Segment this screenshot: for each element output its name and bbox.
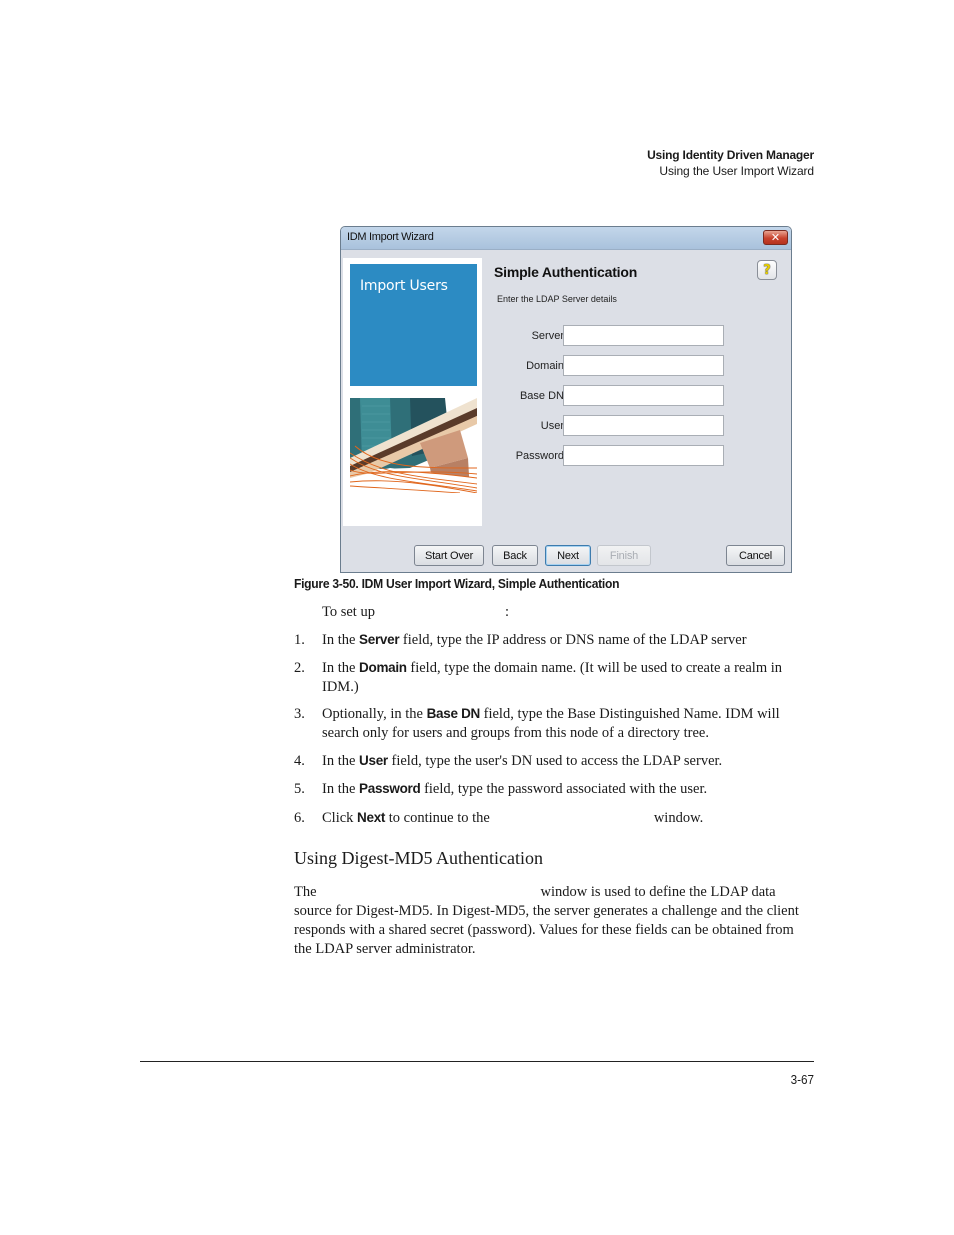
import-wizard-window: IDM Import Wizard ✕ Import Users Simple … bbox=[340, 226, 792, 573]
step-text: field, type the password associated with… bbox=[420, 781, 708, 797]
step-text: field, type the user's DN used to access… bbox=[387, 753, 723, 769]
step-text: In the bbox=[322, 660, 360, 676]
domain-label: Domain bbox=[526, 360, 564, 372]
password-label: Password bbox=[515, 450, 564, 462]
step-field-name: Server bbox=[359, 632, 400, 647]
paragraph-text: window is used to define the LDAP data s… bbox=[294, 884, 799, 957]
intro-colon: : bbox=[504, 604, 509, 620]
user-input[interactable] bbox=[563, 415, 724, 436]
step-field-name: Base DN bbox=[426, 706, 481, 721]
step-number: 1. bbox=[294, 632, 305, 648]
password-row: Password bbox=[481, 445, 726, 467]
window-title: IDM Import Wizard bbox=[347, 231, 434, 243]
building-photo-image bbox=[350, 398, 477, 493]
step-text: In the bbox=[322, 753, 360, 769]
back-button[interactable]: Back bbox=[492, 545, 538, 566]
page-subtitle: Enter the LDAP Server details bbox=[497, 294, 617, 304]
password-input[interactable] bbox=[563, 445, 724, 466]
running-head: Using Identity Driven Manager Using the … bbox=[647, 147, 814, 179]
step-number: 6. bbox=[294, 810, 305, 826]
step-text: field, type the IP address or DNS name o… bbox=[399, 632, 747, 648]
step-item: 4. In the User field, type the user's DN… bbox=[294, 752, 814, 771]
start-over-button[interactable]: Start Over bbox=[414, 545, 484, 566]
help-button[interactable]: ? bbox=[757, 260, 777, 280]
step-item: 3. Optionally, in the Base DN field, typ… bbox=[294, 705, 814, 742]
step-field-name: Next bbox=[357, 810, 386, 825]
step-number: 2. bbox=[294, 660, 305, 676]
base-dn-label: Base DN bbox=[519, 390, 564, 402]
cancel-button[interactable]: Cancel bbox=[726, 545, 785, 566]
server-label: Server bbox=[531, 330, 564, 342]
step-text: Optionally, in the bbox=[322, 706, 427, 722]
base-dn-input[interactable] bbox=[563, 385, 724, 406]
domain-row: Domain bbox=[481, 355, 726, 377]
base-dn-row: Base DN bbox=[481, 385, 726, 407]
section-heading: Using Digest-MD5 Authentication bbox=[294, 848, 543, 868]
step-field-name: Password bbox=[359, 781, 421, 796]
finish-button: Finish bbox=[597, 545, 651, 566]
page-number: 3-67 bbox=[790, 1072, 814, 1087]
step-item: 2. In the Domain field, type the domain … bbox=[294, 659, 814, 696]
wizard-side-panel: Import Users bbox=[343, 258, 482, 526]
help-icon: ? bbox=[763, 262, 771, 278]
page-heading: Simple Authentication bbox=[494, 264, 638, 280]
user-label: User bbox=[540, 420, 564, 432]
step-text: In the bbox=[322, 632, 360, 648]
footer-rule bbox=[140, 1061, 814, 1062]
step-text: window. bbox=[653, 810, 704, 826]
domain-input[interactable] bbox=[563, 355, 724, 376]
intro-text: To set up bbox=[322, 604, 375, 620]
paragraph-text: The bbox=[294, 884, 317, 900]
running-head-title: Using Identity Driven Manager bbox=[647, 148, 814, 162]
building-photo bbox=[350, 398, 477, 493]
step-text: In the bbox=[322, 781, 360, 797]
step-field-name: Domain bbox=[359, 660, 407, 675]
step-item: 6. Click Next to continue to the window. bbox=[294, 809, 814, 828]
intro-line: To set up: bbox=[322, 604, 509, 621]
step-text: Click bbox=[322, 810, 358, 826]
figure-caption: Figure 3-50. IDM User Import Wizard, Sim… bbox=[294, 576, 620, 591]
next-button[interactable]: Next bbox=[545, 545, 591, 566]
section-paragraph: The window is used to define the LDAP dat… bbox=[294, 883, 814, 959]
server-row: Server bbox=[481, 325, 726, 347]
step-field-name: User bbox=[359, 753, 388, 768]
step-number: 4. bbox=[294, 753, 305, 769]
step-item: 5. In the Password field, type the passw… bbox=[294, 780, 814, 799]
window-titlebar[interactable]: IDM Import Wizard ✕ bbox=[341, 227, 791, 250]
banner-label: Import Users bbox=[360, 278, 448, 294]
user-row: User bbox=[481, 415, 726, 437]
step-number: 3. bbox=[294, 706, 305, 722]
running-head-subtitle: Using the User Import Wizard bbox=[659, 164, 814, 178]
server-input[interactable] bbox=[563, 325, 724, 346]
step-number: 5. bbox=[294, 781, 305, 797]
import-users-banner: Import Users bbox=[350, 264, 477, 386]
step-text: to continue to the bbox=[385, 810, 490, 826]
step-item: 1. In the Server field, type the IP addr… bbox=[294, 631, 814, 650]
close-button[interactable]: ✕ bbox=[763, 230, 788, 245]
close-icon: ✕ bbox=[770, 231, 781, 244]
